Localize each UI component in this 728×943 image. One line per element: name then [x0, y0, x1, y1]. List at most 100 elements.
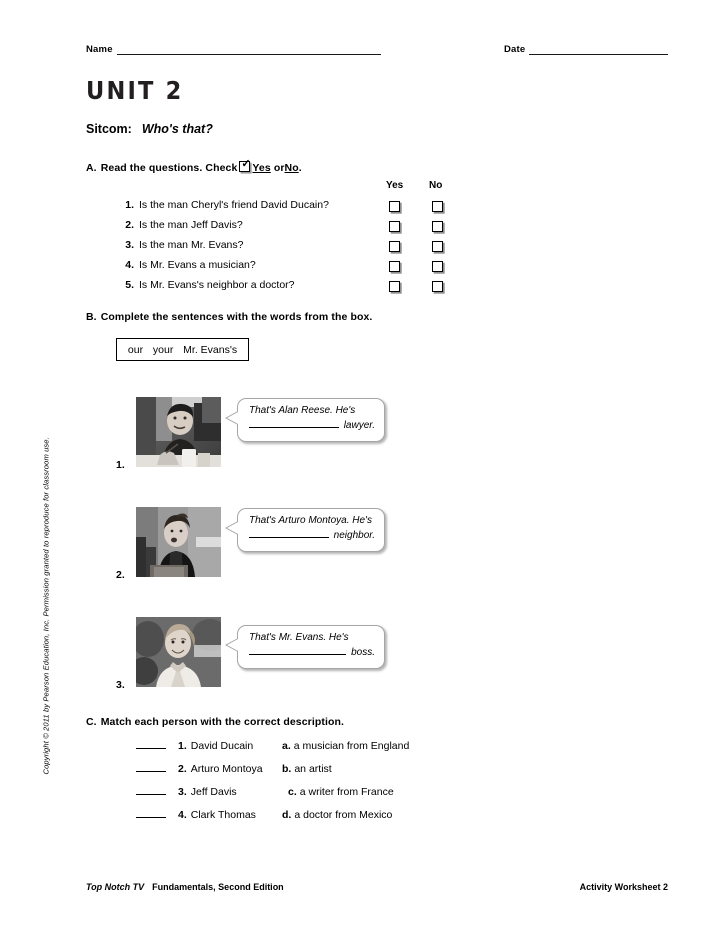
person-name: Clark Thomas: [190, 809, 256, 821]
name-rule: [116, 45, 381, 55]
bubble-line-1: That's Arturo Montoya. He's: [249, 515, 372, 526]
date-field[interactable]: Date: [504, 44, 668, 55]
question-number: 4.: [125, 259, 134, 271]
name-label: Name: [86, 44, 113, 55]
person-name: David Ducain: [190, 740, 254, 752]
question-row: 2. Is the man Jeff Davis?: [118, 217, 478, 234]
answer-blank[interactable]: [249, 528, 329, 538]
person-number: 4.: [178, 809, 187, 821]
speech-bubble-1: That's Alan Reese. He's lawyer.: [225, 398, 385, 442]
description-letter: d.: [282, 809, 292, 821]
footer-edition: Fundamentals, Second Edition: [152, 882, 284, 892]
column-header-yes: Yes: [386, 180, 404, 191]
question-row: 4. Is Mr. Evans a musician?: [118, 257, 478, 274]
checkbox-yes[interactable]: [389, 221, 400, 232]
section-b-letter: B.: [86, 311, 97, 323]
match-row: 4. Clark Thomas: [136, 805, 256, 826]
bubble-line-2: lawyer.: [249, 418, 375, 433]
speech-bubble-3: That's Mr. Evans. He's boss.: [225, 625, 385, 669]
section-c-letter: C.: [86, 716, 97, 728]
copyright-notice: Copyright © 2011 by Pearson Education, I…: [41, 437, 51, 775]
unit-title: UNIT 2: [86, 76, 184, 105]
checkbox-yes[interactable]: [389, 261, 400, 272]
worksheet-page: Name Date UNIT 2 Sitcom: Who's that? A. Re…: [0, 0, 728, 943]
description-text: a doctor from Mexico: [294, 809, 393, 821]
description-row: c. a writer from France: [288, 782, 394, 803]
word-bank-box: our your Mr. Evans's: [116, 338, 249, 361]
checkbox-no[interactable]: [432, 261, 443, 272]
footer-series: Top Notch TV: [86, 882, 145, 892]
checkbox-no[interactable]: [432, 221, 443, 232]
description-text: a writer from France: [299, 786, 394, 798]
date-rule: [529, 45, 668, 55]
section-a-yes-word: Yes: [252, 162, 271, 174]
section-c-instruction: Match each person with the correct descr…: [100, 716, 345, 728]
date-label: Date: [504, 44, 526, 55]
match-row: 3. Jeff Davis: [136, 782, 237, 803]
word-bank-item: Mr. Evans's: [183, 343, 238, 356]
question-text: Is Mr. Evans's neighbor a doctor?: [139, 279, 295, 291]
word-bank-item: your: [152, 343, 174, 356]
section-a-period: .: [298, 162, 302, 174]
person-name: Arturo Montoya: [190, 763, 263, 775]
photo-mr-evans-scene: [136, 617, 221, 687]
section-a-letter: A.: [86, 162, 97, 174]
description-letter: c.: [288, 786, 297, 798]
question-number: 3.: [125, 239, 134, 251]
description-row: a. a musician from England: [282, 736, 409, 757]
checkbox-no[interactable]: [432, 241, 443, 252]
person-number: 3.: [178, 786, 187, 798]
description-row: b. an artist: [282, 759, 332, 780]
checked-checkbox-icon: ✓: [239, 158, 251, 172]
checkbox-yes[interactable]: [389, 241, 400, 252]
item-number: 2.: [116, 569, 125, 581]
name-field[interactable]: Name: [86, 44, 381, 55]
answer-blank[interactable]: [249, 645, 347, 655]
description-letter: a.: [282, 740, 291, 752]
footer-right: Activity Worksheet 2: [579, 882, 668, 892]
description-text: an artist: [294, 763, 332, 775]
match-answer-blank[interactable]: [136, 786, 166, 795]
checkbox-no[interactable]: [432, 281, 443, 292]
section-a-no-word: No: [284, 162, 299, 174]
match-row: 2. Arturo Montoya: [136, 759, 263, 780]
bubble-line-2: boss.: [249, 645, 375, 660]
bubble-word: boss.: [351, 647, 375, 658]
bubble-word: neighbor.: [333, 530, 375, 541]
bubble-line-2: neighbor.: [249, 528, 375, 543]
question-text: Is the man Cheryl's friend David Ducain?: [139, 199, 329, 211]
person-number: 2.: [178, 763, 187, 775]
item-number: 1.: [116, 459, 125, 471]
person-name: Jeff Davis: [190, 786, 237, 798]
photo-arturo-montoya: [136, 507, 221, 577]
section-a-instruction: Read the questions. Check: [100, 162, 238, 174]
question-row: 5. Is Mr. Evans's neighbor a doctor?: [118, 277, 478, 294]
sitcom-title: Who's that?: [141, 122, 213, 136]
description-text: a musician from England: [293, 740, 410, 752]
column-header-no: No: [429, 180, 443, 191]
sitcom-heading: Sitcom: Who's that?: [86, 122, 213, 136]
match-row: 1. David Ducain: [136, 736, 253, 757]
speech-bubble-2: That's Arturo Montoya. He's neighbor.: [225, 508, 385, 552]
description-row: d. a doctor from Mexico: [282, 805, 392, 826]
question-number: 5.: [125, 279, 134, 291]
match-answer-blank[interactable]: [136, 809, 166, 818]
checkbox-yes[interactable]: [389, 201, 400, 212]
question-text: Is the man Mr. Evans?: [139, 239, 244, 251]
section-c-heading: C. Match each person with the correct des…: [86, 716, 344, 728]
question-text: Is Mr. Evans a musician?: [139, 259, 256, 271]
match-answer-blank[interactable]: [136, 740, 166, 749]
photo-alan-reese: [136, 397, 221, 467]
question-number: 2.: [125, 219, 134, 231]
checkbox-yes[interactable]: [389, 281, 400, 292]
match-answer-blank[interactable]: [136, 763, 166, 772]
checkbox-no[interactable]: [432, 201, 443, 212]
item-number: 3.: [116, 679, 125, 691]
bubble-word: lawyer.: [343, 420, 375, 431]
answer-blank[interactable]: [249, 418, 339, 428]
bubble-line-1: That's Alan Reese. He's: [249, 405, 356, 416]
section-b-instruction: Complete the sentences with the words fr…: [100, 311, 373, 323]
question-row: 3. Is the man Mr. Evans?: [118, 237, 478, 254]
section-a-heading: A. Read the questions. Check ✓ Yes orNo.: [86, 158, 302, 175]
section-b-heading: B. Complete the sentences with the words …: [86, 311, 372, 323]
